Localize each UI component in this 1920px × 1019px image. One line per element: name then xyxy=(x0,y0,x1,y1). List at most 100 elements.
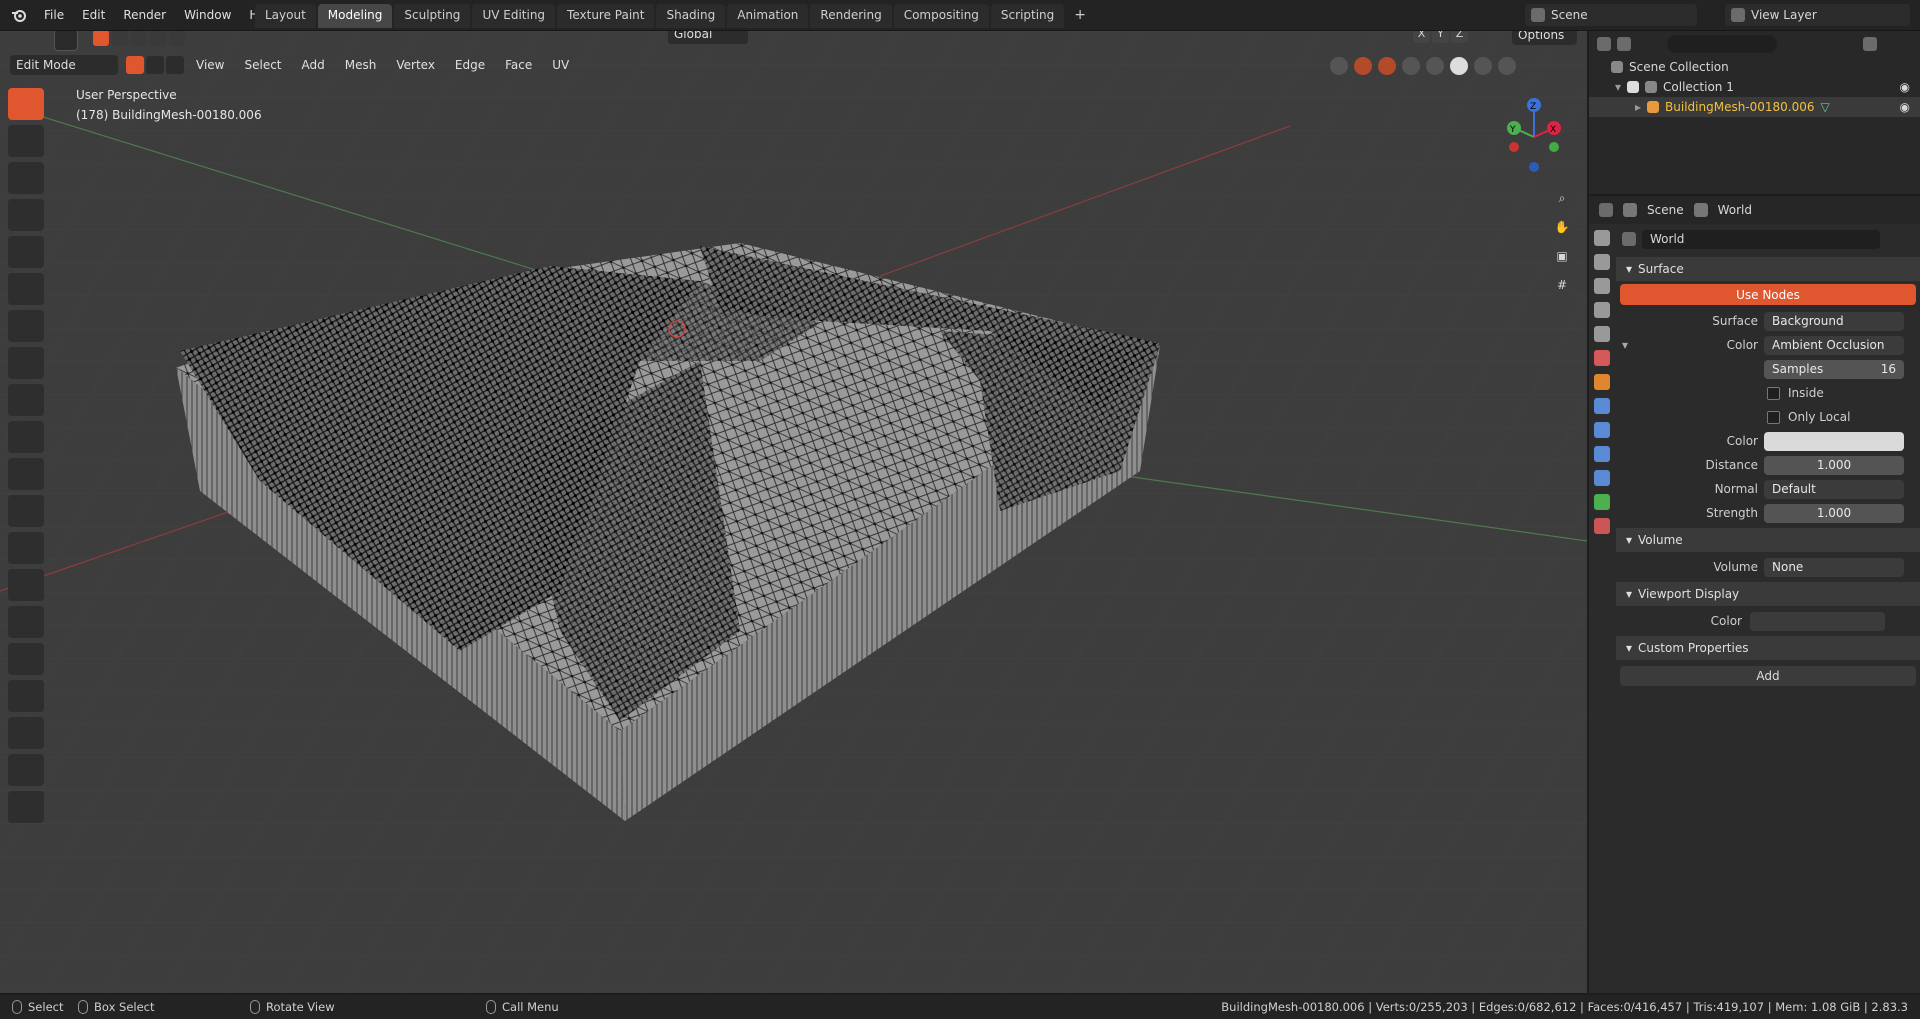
pan-hand-icon[interactable]: ✋ xyxy=(1548,213,1576,241)
vd-color-swatch[interactable] xyxy=(1750,611,1885,631)
tab-shading[interactable]: Shading xyxy=(656,4,726,28)
normal-dropdown[interactable]: Default xyxy=(1764,479,1904,499)
menu-window[interactable]: Window xyxy=(176,5,239,25)
menu-face[interactable]: Face xyxy=(495,56,542,74)
axis-z-toggle[interactable]: Z xyxy=(1451,31,1468,43)
scale-tool-icon[interactable] xyxy=(8,236,44,268)
material-shading-icon[interactable] xyxy=(1474,57,1492,75)
ao-color-swatch[interactable] xyxy=(1764,431,1904,451)
menu-add[interactable]: Add xyxy=(292,56,335,74)
expand-arrow-icon[interactable]: ▸ xyxy=(1635,100,1641,114)
volume-dropdown[interactable]: None xyxy=(1764,557,1904,577)
zoom-icon[interactable]: ⌕ xyxy=(1548,184,1576,212)
axis-y-toggle[interactable]: Y xyxy=(1432,31,1449,43)
scene-tab-icon[interactable] xyxy=(1594,326,1610,342)
vertex-select-icon[interactable] xyxy=(126,56,144,74)
select-new-icon[interactable] xyxy=(93,31,109,46)
particles-tab-icon[interactable] xyxy=(1594,422,1610,438)
xray-icon[interactable] xyxy=(1402,57,1420,75)
annotate-tool-icon[interactable] xyxy=(8,310,44,342)
solid-shading-icon[interactable] xyxy=(1450,57,1468,75)
camera-view-icon[interactable]: ▣ xyxy=(1548,242,1576,270)
select-intersect-icon[interactable] xyxy=(169,31,185,46)
mesh-data-icon[interactable]: ▽ xyxy=(1821,100,1830,114)
constraints-tab-icon[interactable] xyxy=(1594,470,1610,486)
overlay-icon[interactable] xyxy=(1378,57,1396,75)
blender-logo-icon[interactable] xyxy=(8,4,30,26)
shrink-fatten-tool-icon[interactable] xyxy=(8,717,44,749)
use-nodes-button[interactable]: Use Nodes xyxy=(1620,284,1916,305)
extrude-tool-icon[interactable] xyxy=(8,384,44,416)
rotate-tool-icon[interactable] xyxy=(8,199,44,231)
gizmo-icon[interactable] xyxy=(1354,57,1372,75)
options-dropdown[interactable]: Options xyxy=(1512,31,1577,45)
inside-checkbox[interactable] xyxy=(1767,386,1780,400)
surface-panel-header[interactable]: ▾ Surface xyxy=(1616,257,1920,281)
wireframe-shading-icon[interactable] xyxy=(1426,57,1444,75)
object-tab-icon[interactable] xyxy=(1594,374,1610,390)
view-layer-tab-icon[interactable] xyxy=(1594,302,1610,318)
add-property-button[interactable]: Add xyxy=(1620,666,1916,686)
outliner-editor-icon[interactable] xyxy=(1597,37,1611,51)
select-extend-icon[interactable] xyxy=(112,31,128,46)
face-select-icon[interactable] xyxy=(166,56,184,74)
tab-scripting[interactable]: Scripting xyxy=(990,4,1065,28)
bevel-tool-icon[interactable] xyxy=(8,458,44,490)
tab-rendering[interactable]: Rendering xyxy=(810,4,892,28)
strength-field[interactable]: 1.000 xyxy=(1764,503,1904,523)
select-tool-button[interactable] xyxy=(54,31,78,51)
smooth-tool-icon[interactable] xyxy=(8,643,44,675)
physics-tab-icon[interactable] xyxy=(1594,446,1610,462)
spin-tool-icon[interactable] xyxy=(8,606,44,638)
modifier-tab-icon[interactable] xyxy=(1594,398,1610,414)
scene-selector[interactable]: Scene xyxy=(1525,4,1697,26)
loop-cut-tool-icon[interactable] xyxy=(8,495,44,527)
menu-mesh[interactable]: Mesh xyxy=(335,56,387,74)
ortho-grid-icon[interactable]: # xyxy=(1548,271,1576,299)
3d-viewport[interactable]: Global X Y Z Options Edit Mode View Sele… xyxy=(0,31,1587,993)
shear-tool-icon[interactable] xyxy=(8,754,44,786)
outliner-search-input[interactable] xyxy=(1667,35,1777,53)
tool-tab-icon[interactable] xyxy=(1594,230,1610,246)
eye-icon[interactable]: ◉ xyxy=(1900,100,1910,114)
world-tab-icon[interactable] xyxy=(1594,350,1610,366)
menu-uv[interactable]: UV xyxy=(542,56,579,74)
axis-x-toggle[interactable]: X xyxy=(1413,31,1430,43)
menu-edge[interactable]: Edge xyxy=(445,56,495,74)
edge-select-icon[interactable] xyxy=(146,56,164,74)
select-subtract-icon[interactable] xyxy=(131,31,147,46)
menu-edit[interactable]: Edit xyxy=(74,5,113,25)
add-workspace-button[interactable]: + xyxy=(1066,4,1094,28)
select-invert-icon[interactable] xyxy=(150,31,166,46)
edge-slide-tool-icon[interactable] xyxy=(8,680,44,712)
world-browse-icon[interactable] xyxy=(1622,232,1636,246)
menu-file[interactable]: File xyxy=(36,5,72,25)
render-tab-icon[interactable] xyxy=(1594,254,1610,270)
view-layer-selector[interactable]: View Layer xyxy=(1725,4,1910,26)
tab-texture-paint[interactable]: Texture Paint xyxy=(557,4,655,28)
knife-tool-icon[interactable] xyxy=(8,532,44,564)
select-box-tool-icon[interactable] xyxy=(8,88,44,120)
rip-tool-icon[interactable] xyxy=(8,791,44,823)
transform-tool-icon[interactable] xyxy=(8,273,44,305)
menu-render[interactable]: Render xyxy=(115,5,174,25)
tab-sculpting[interactable]: Sculpting xyxy=(394,4,471,28)
volume-panel-header[interactable]: ▾ Volume xyxy=(1616,528,1920,552)
orientation-dropdown[interactable]: Global xyxy=(668,31,748,44)
mesh-render[interactable] xyxy=(0,31,1587,993)
navigation-gizmo[interactable]: Z Y X xyxy=(1500,95,1570,175)
outliner-object-row[interactable]: ▸ BuildingMesh-00180.006 ▽ ◉ xyxy=(1589,97,1920,117)
properties-editor-icon[interactable] xyxy=(1599,203,1613,217)
menu-select[interactable]: Select xyxy=(234,56,291,74)
custom-properties-panel-header[interactable]: ▾ Custom Properties xyxy=(1616,636,1920,660)
visibility-icon[interactable] xyxy=(1330,57,1348,75)
rendered-shading-icon[interactable] xyxy=(1498,57,1516,75)
poly-build-tool-icon[interactable] xyxy=(8,569,44,601)
mode-dropdown[interactable]: Edit Mode xyxy=(10,55,118,75)
measure-tool-icon[interactable] xyxy=(8,347,44,379)
color-input-dropdown[interactable]: Ambient Occlusion xyxy=(1764,335,1904,355)
expand-arrow-icon[interactable]: ▾ xyxy=(1615,80,1621,94)
tab-animation[interactable]: Animation xyxy=(727,4,809,28)
distance-field[interactable]: 1.000 xyxy=(1764,455,1904,475)
move-tool-icon[interactable] xyxy=(8,162,44,194)
